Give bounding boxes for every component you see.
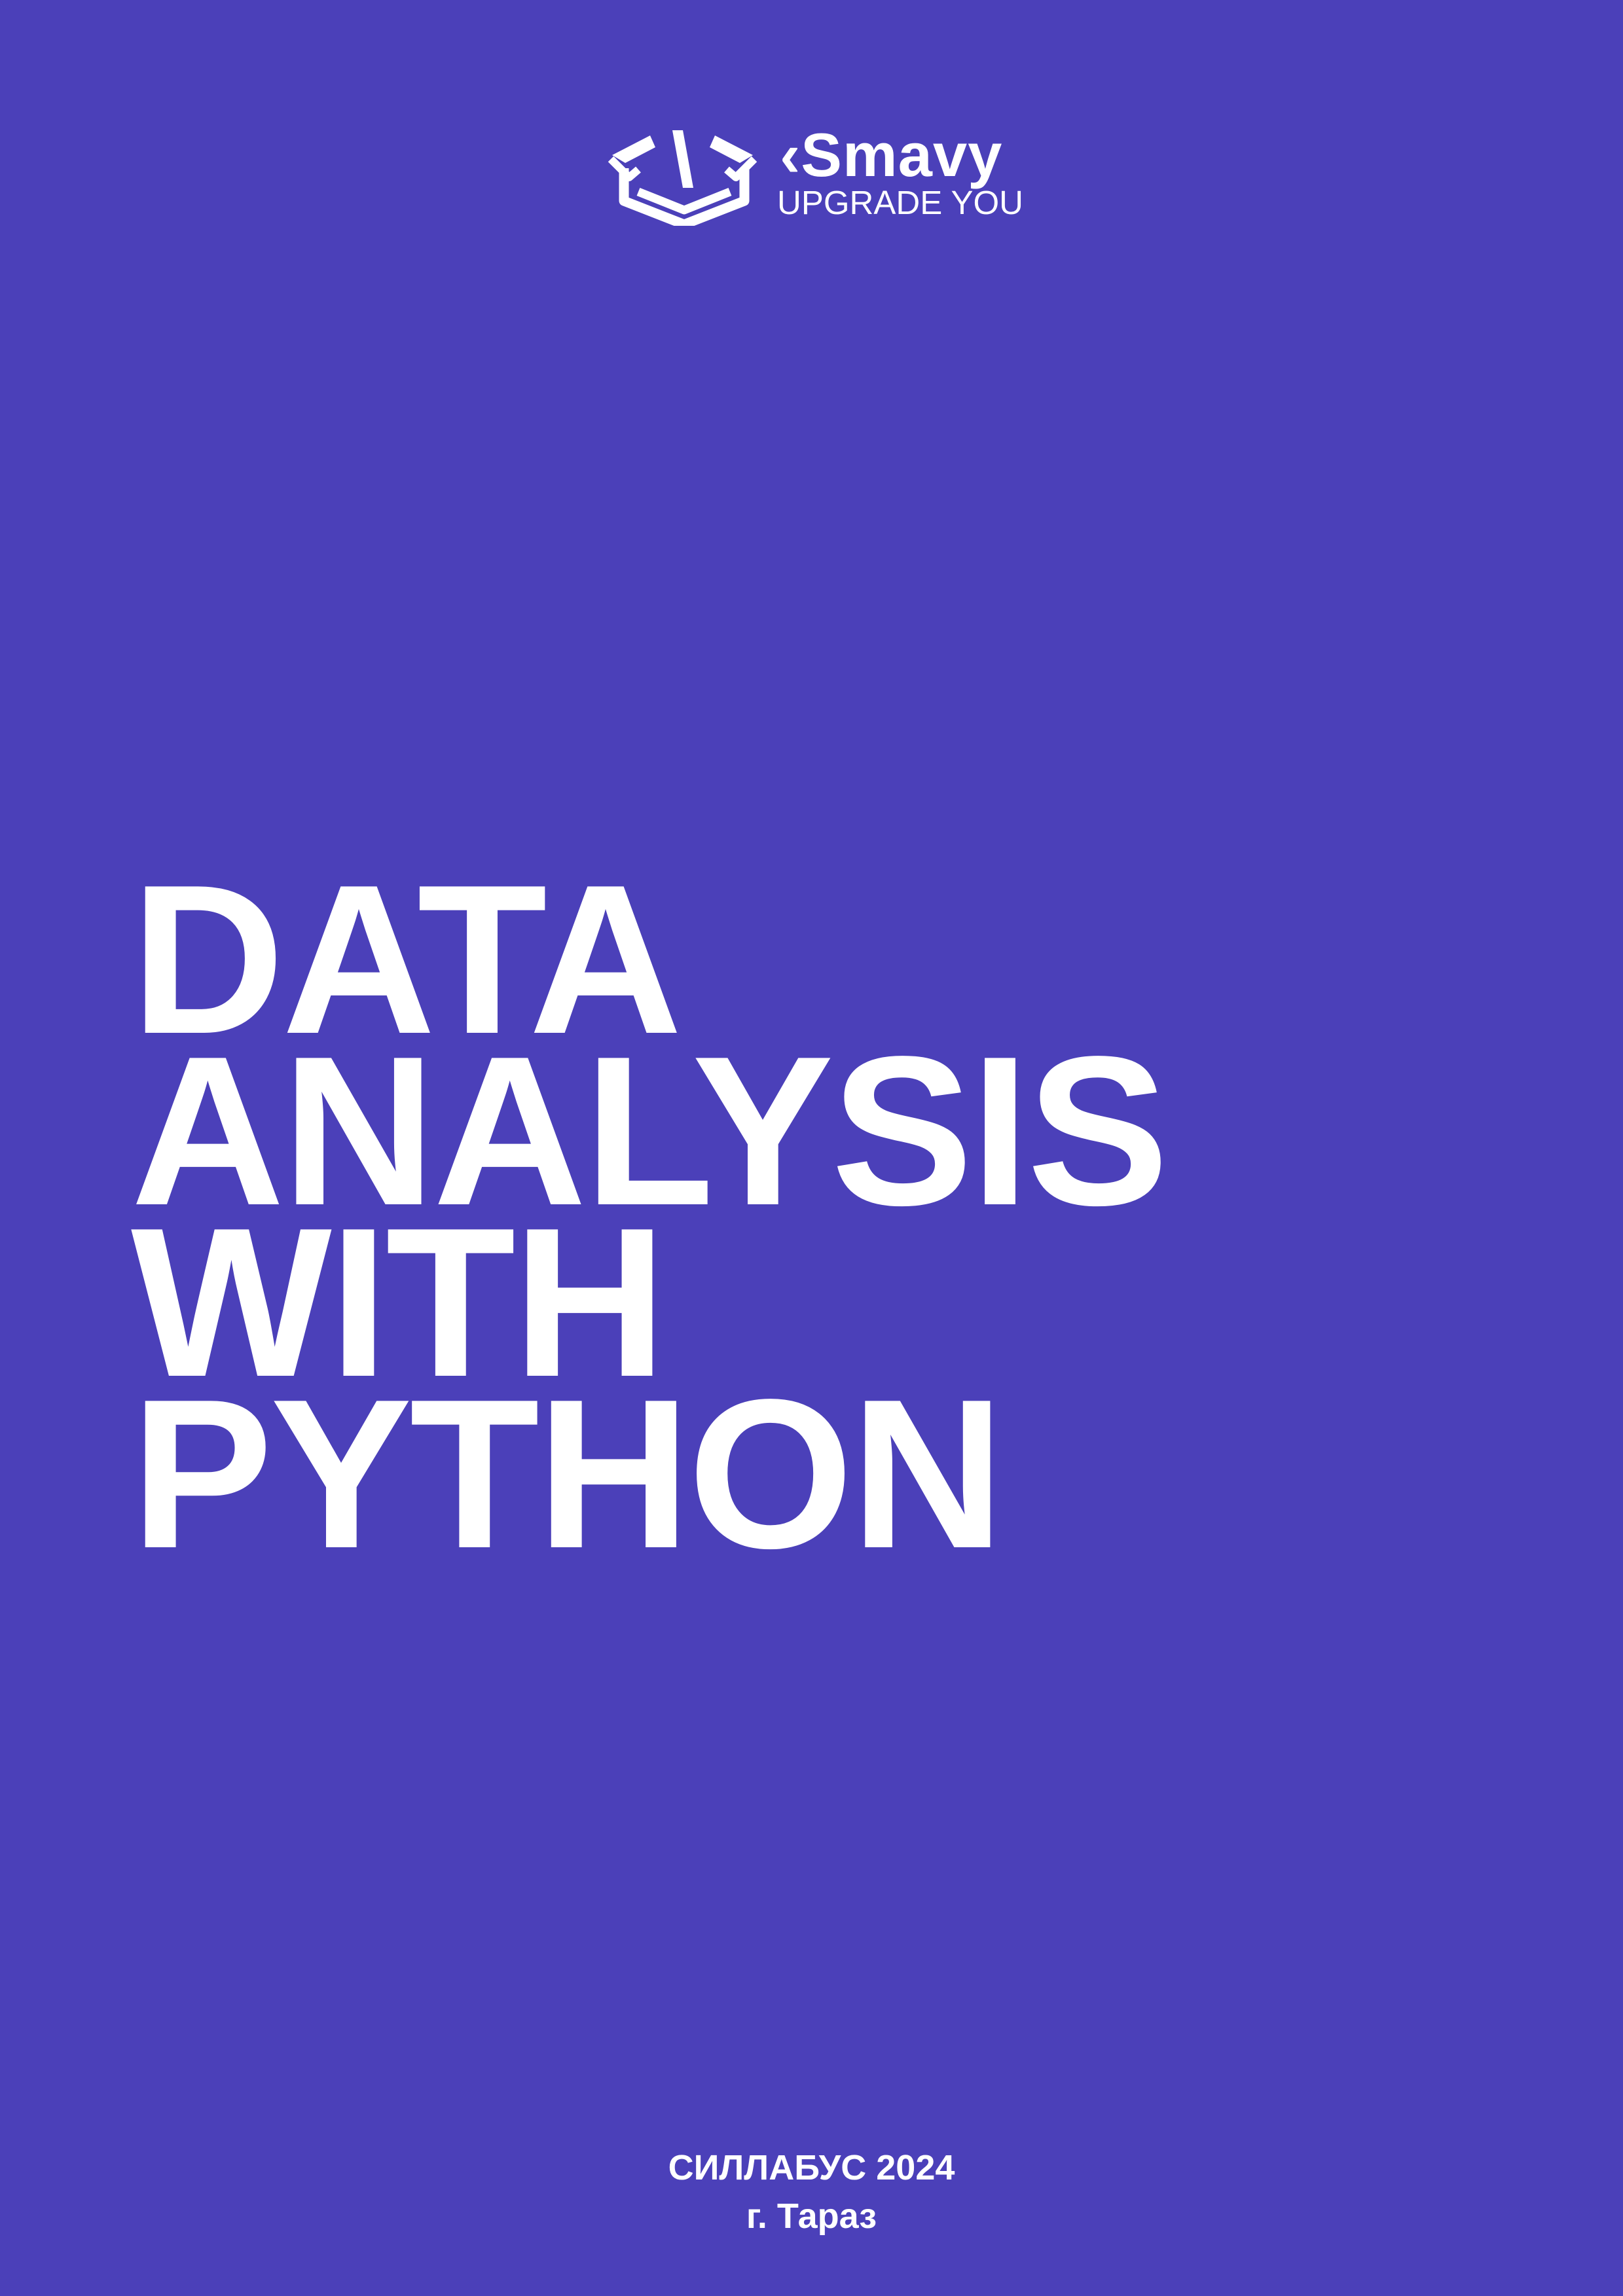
brand-name: ‹Smavy: [780, 120, 1003, 189]
course-title: DATA ANALYSIS WITH PYTHON: [131, 853, 1169, 1592]
cover-footer: СИЛЛАБУС 2024 г. Тараз: [0, 2144, 1623, 2240]
logo-wordmark: ‹Smavy UPGRADE YOU: [775, 120, 1023, 229]
city-name: г. Тараз: [746, 2197, 877, 2236]
syllabus-year: СИЛЛАБУС 2024: [668, 2148, 955, 2187]
brand-tagline: UPGRADE YOU: [777, 184, 1023, 221]
title-line: PYTHON: [131, 1355, 1004, 1592]
open-box-code-icon: [608, 130, 757, 226]
brand-logo: ‹Smavy UPGRADE YOU: [606, 120, 1023, 229]
syllabus-cover-page: ‹Smavy UPGRADE YOU DATA ANALYSIS WITH PY…: [0, 0, 1623, 2296]
